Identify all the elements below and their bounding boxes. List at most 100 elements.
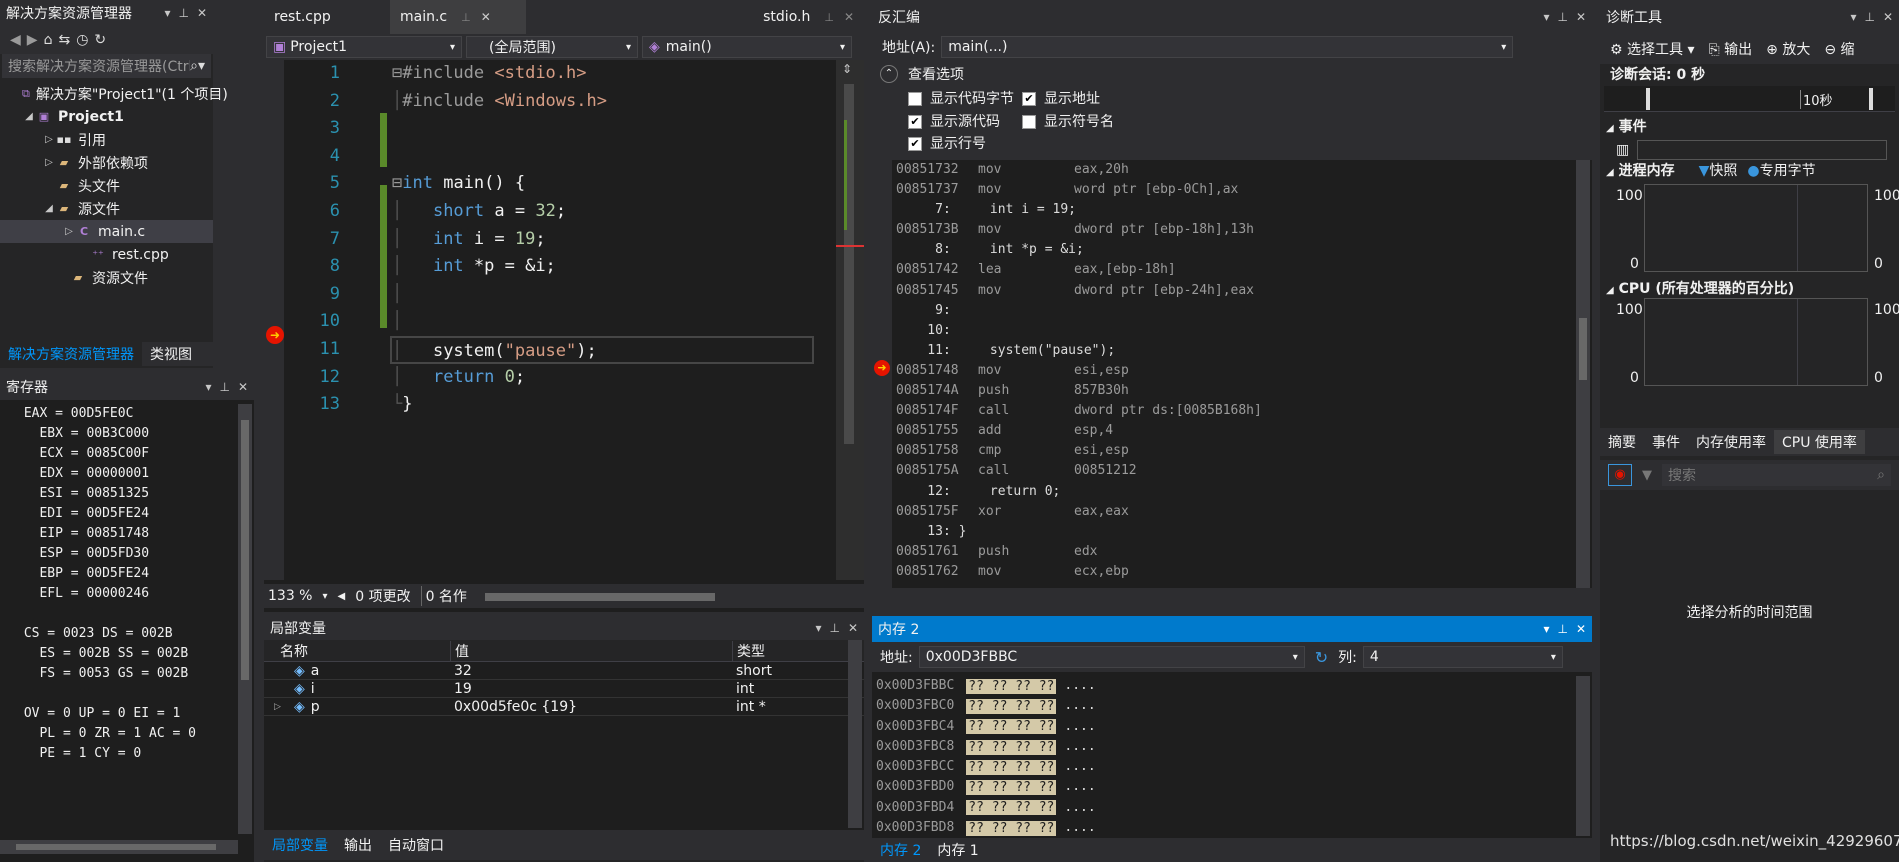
dropdown-icon[interactable]: ▾ [205,380,211,394]
events-track[interactable] [1637,140,1888,160]
timeline-ruler[interactable]: 10秒 [1604,86,1895,112]
memory-row[interactable]: 0x00D3FBBC ?? ?? ?? ??.... [876,676,1592,696]
tree-item-main-c[interactable]: ▷ Cmain.c [0,220,213,243]
filter-icon[interactable]: ▼ [1642,468,1652,483]
function-dropdown[interactable]: ◈ main() ▾ [642,36,852,58]
checkbox[interactable] [1022,115,1036,129]
editor-vscrollbar[interactable] [836,60,864,580]
pin-icon[interactable]: ⊥ [461,11,471,24]
tree-solution[interactable]: ⧉ 解决方案"Project1"(1 个项目) [0,82,228,105]
option-show-symbols[interactable]: 显示符号名 [1022,111,1114,131]
pin-icon[interactable]: ⊥ [1864,10,1874,24]
memory-row[interactable]: 0x00D3FBC0 ?? ?? ?? ??.... [876,696,1592,716]
record-icon[interactable]: ◉ [1608,464,1632,486]
memory-bytes[interactable]: ?? ?? ?? ?? [966,820,1057,836]
address-input[interactable]: main(...) ▾ [941,36,1514,58]
dropdown-icon[interactable]: ▾ [1543,622,1549,636]
memory-scrollbar[interactable] [1576,676,1590,836]
split-icon[interactable]: ⇕ [842,62,852,76]
option-show-code-bytes[interactable]: 显示代码字节 [908,88,1014,108]
names-count[interactable]: 0 名作 [420,586,467,606]
memory-bytes[interactable]: ?? ?? ?? ?? [966,780,1057,796]
memory-row[interactable]: 0x00D3FBC4 ?? ?? ?? ??.... [876,717,1592,737]
pin-icon[interactable]: ⊥ [178,6,188,20]
variable-value[interactable]: 32 [450,663,732,679]
close-icon[interactable]: ✕ [1576,622,1586,636]
option-show-address[interactable]: ✔ 显示地址 [1022,88,1100,108]
close-icon[interactable]: ✕ [197,6,207,20]
cpu-graph[interactable] [1644,298,1868,386]
history-icon[interactable]: ◷ [76,32,88,48]
collapse-icon[interactable]: ⊟ [392,173,402,193]
tab-locals[interactable]: 局部变量 [264,833,336,857]
pin-icon[interactable]: ⊥ [829,621,839,635]
breakpoint-arrow-icon[interactable]: ➜ [874,360,890,376]
home-icon[interactable]: ⌂ [44,32,53,48]
col-type[interactable]: 类型 [732,640,765,661]
memory-row[interactable]: 0x00D3FBD0 ?? ?? ?? ??.... [876,777,1592,797]
collapse-icon[interactable]: ◢ [1606,123,1614,134]
tab-stdio-h[interactable]: stdio.h ⊥ ✕ [726,0,864,34]
memory-graph[interactable] [1644,184,1868,272]
project-dropdown[interactable]: ▣ Project1 ▾ [266,36,462,58]
locals-row[interactable]: ◈ a 32 short [264,662,864,680]
locals-scrollbar[interactable] [848,640,862,828]
memory-bytes[interactable]: ?? ?? ?? ?? [966,759,1057,775]
expanded-icon[interactable]: ◢ [22,111,36,122]
zoom-out-button[interactable]: ⊖ 缩 [1824,39,1854,59]
checkbox[interactable]: ✔ [1022,92,1036,106]
tree-item-sources[interactable]: ◢ ▰ 源文件 [0,197,213,220]
option-show-source[interactable]: ✔ 显示源代码 [908,111,1000,131]
dropdown-icon[interactable]: ▾ [164,6,170,20]
checkbox[interactable]: ✔ [908,137,922,151]
locals-row[interactable]: ▷ ◈ p 0x00d5fe0c {19} int * [264,698,864,716]
column-select[interactable]: 4 ▾ [1362,646,1563,668]
memory-bytes[interactable]: ?? ?? ?? ?? [966,739,1057,755]
close-icon[interactable]: ✕ [481,10,491,24]
close-icon[interactable]: ✕ [844,10,854,24]
tab-solution-explorer[interactable]: 解决方案资源管理器 [0,342,142,366]
pause-icon[interactable]: ▥ [1616,142,1629,158]
tab-output[interactable]: 输出 [336,833,380,857]
disassembly-hscrollbar[interactable] [892,590,1576,604]
option-show-line-numbers[interactable]: ✔ 显示行号 [908,133,986,153]
collapsed-icon[interactable]: ▷ [42,157,56,168]
memory-row[interactable]: 0x00D3FBC8 ?? ?? ?? ??.... [876,737,1592,757]
memory-bytes[interactable]: ?? ?? ?? ?? [966,698,1057,714]
tab-rest-cpp[interactable]: rest.cpp [264,0,390,34]
tab-memory-usage[interactable]: 内存使用率 [1688,430,1774,454]
col-value[interactable]: 值 [450,640,732,661]
memory-address-input[interactable]: 0x00D3FBBC ▾ [918,646,1305,668]
registers-scrollbar[interactable] [238,404,252,834]
dropdown-icon[interactable]: ▾ [815,621,821,635]
refresh-icon[interactable]: ↻ [94,32,106,48]
collapsed-icon[interactable]: ▷ [42,134,56,145]
expand-icon[interactable]: ▷ [274,702,288,712]
zoom-level[interactable]: 133 % [268,588,312,604]
tree-project[interactable]: ◢ ▣ Project1 [0,105,213,128]
pin-icon[interactable]: ⊥ [1557,622,1567,636]
registers-hscrollbar[interactable] [0,840,238,854]
tab-events[interactable]: 事件 [1644,430,1688,454]
variable-value[interactable]: 19 [450,681,732,697]
close-icon[interactable]: ✕ [238,380,248,394]
collapse-icon[interactable]: ⊟ [392,63,402,83]
changes-count[interactable]: 0 项更改 [355,586,410,606]
tab-main-c[interactable]: main.c ⊥ ✕ [390,0,526,34]
editor-hscrollbar[interactable] [477,589,850,603]
tab-class-view[interactable]: 类视图 [142,342,200,366]
tree-item-external-deps[interactable]: ▷ ▰ 外部依赖项 [0,151,213,174]
dropdown-icon[interactable]: ▾ [1543,10,1549,24]
memory-bytes[interactable]: ?? ?? ?? ?? [966,678,1057,694]
chevron-left-icon[interactable]: ◀ [338,591,346,602]
collapse-options-icon[interactable]: ⌃ [880,65,898,83]
tab-summary[interactable]: 摘要 [1600,430,1644,454]
disassembly-scrollbar[interactable] [1576,160,1590,588]
checkbox[interactable]: ✔ [908,115,922,129]
memory-bytes[interactable]: ?? ?? ?? ?? [966,719,1057,735]
back-icon[interactable]: ◀ [10,32,21,48]
tab-memory-1[interactable]: 内存 1 [929,838,986,862]
scope-dropdown[interactable]: (全局范围) ▾ [466,36,638,58]
memory-bytes[interactable]: ?? ?? ?? ?? [966,800,1057,816]
diagnostics-search-input[interactable]: 搜索 ⌕ [1662,464,1891,486]
